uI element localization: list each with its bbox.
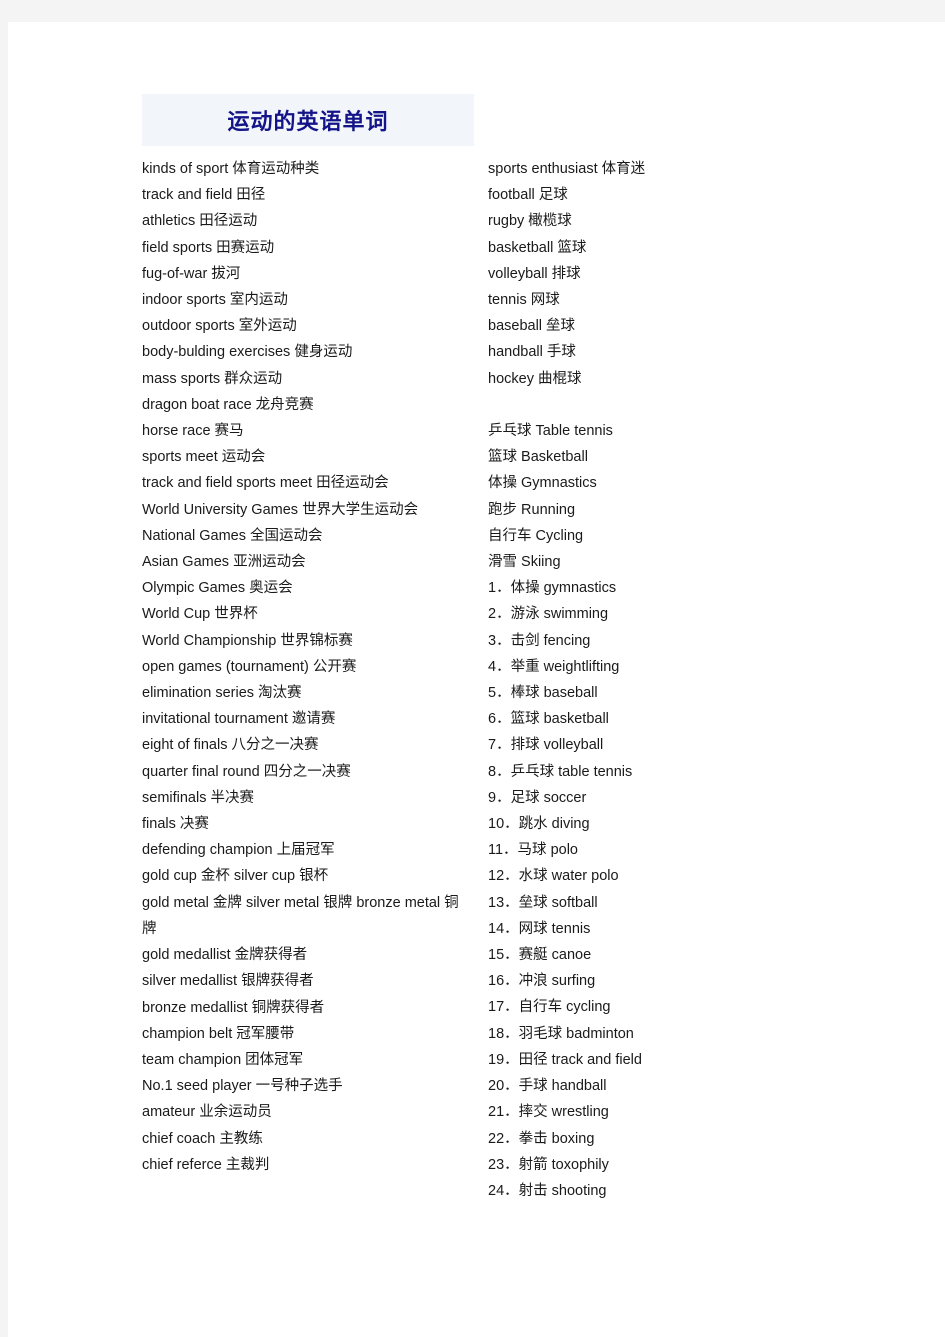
vocabulary-entry: gold metal 金牌 silver metal 银牌 bronze met… <box>142 894 459 937</box>
vocabulary-entry: mass sports 群众运动 <box>142 370 283 387</box>
vocabulary-entry: 篮球 Basketball <box>488 449 588 466</box>
vocabulary-entry: 自行车 Cycling <box>488 527 584 544</box>
vocabulary-entry: 12．水球 water polo <box>488 868 619 885</box>
vocabulary-entry: semifinals 半决赛 <box>142 789 254 806</box>
vocabulary-entry: 体操 Gymnastics <box>488 475 597 492</box>
vocabulary-entry: eight of finals 八分之一决赛 <box>142 737 319 754</box>
vocabulary-entry: quarter final round 四分之一决赛 <box>142 763 351 780</box>
left-word-column: kinds of sport 体育运动种类 track and field 田径 a… <box>142 156 488 1178</box>
vocabulary-entry: track and field sports meet 田径运动会 <box>142 475 389 492</box>
vocabulary-entry: 20．手球 handball <box>488 1078 607 1095</box>
vocabulary-entry: 21．摔交 wrestling <box>488 1104 609 1121</box>
vocabulary-entry: 1．体操 gymnastics <box>488 580 617 597</box>
vocabulary-entry: 4．举重 weightlifting <box>488 658 620 675</box>
vocabulary-entry: 5．棒球 baseball <box>488 685 598 702</box>
vocabulary-entry: 乒乓球 Table tennis <box>488 423 613 440</box>
vocabulary-entry: indoor sports 室内运动 <box>142 292 288 309</box>
vocabulary-entry: gold cup 金杯 silver cup 银杯 <box>142 868 329 885</box>
vocabulary-entry: athletics 田径运动 <box>142 213 258 230</box>
vocabulary-entry: horse race 赛马 <box>142 423 244 440</box>
vocabulary-entry: fug-of-war 拔河 <box>142 265 241 282</box>
vocabulary-entry: World University Games 世界大学生运动会 <box>142 501 419 518</box>
vocabulary-entry: 18．羽毛球 badminton <box>488 1025 634 1042</box>
vocabulary-entry: No.1 seed player 一号种子选手 <box>142 1078 343 1095</box>
vocabulary-entry: 跑步 Running <box>488 501 576 518</box>
vocabulary-entry: amateur 业余运动员 <box>142 1104 272 1121</box>
vocabulary-entry: 14．网球 tennis <box>488 920 591 937</box>
vocabulary-entry: Olympic Games 奥运会 <box>142 580 293 597</box>
viewer-left-margin <box>0 22 8 1337</box>
vocabulary-entry: World Championship 世界锦标赛 <box>142 632 353 649</box>
vocabulary-entry: field sports 田赛运动 <box>142 239 275 256</box>
vocabulary-entry: champion belt 冠军腰带 <box>142 1025 295 1042</box>
document-title-banner: 运动的英语单词 <box>142 94 474 146</box>
vocabulary-entry: dragon boat race 龙舟竞赛 <box>142 396 314 413</box>
viewer-top-margin <box>0 0 945 22</box>
vocabulary-entry: chief referce 主裁判 <box>142 1156 270 1173</box>
vocabulary-entry: gold medallist 金牌获得者 <box>142 947 308 964</box>
vocabulary-entry: track and field 田径 <box>142 187 266 204</box>
vocabulary-entry: team champion 团体冠军 <box>142 1051 304 1068</box>
vocabulary-entry: outdoor sports 室外运动 <box>142 318 297 335</box>
vocabulary-entry: 16．冲浪 surfing <box>488 973 596 990</box>
vocabulary-entry: kinds of sport 体育运动种类 <box>142 161 320 177</box>
vocabulary-entry: National Games 全国运动会 <box>142 527 323 544</box>
vocabulary-entry: sports enthusiast 体育迷 <box>488 161 646 177</box>
document-page: 运动的英语单词 kinds of sport 体育运动种类 track and f… <box>8 22 945 1337</box>
vocabulary-entry: sports meet 运动会 <box>142 449 266 466</box>
vocabulary-entry: tennis 网球 <box>488 292 560 309</box>
vocabulary-entry: 22．拳击 boxing <box>488 1130 595 1147</box>
vocabulary-entry: open games (tournament) 公开赛 <box>142 658 357 675</box>
vocabulary-entry: 2．游泳 swimming <box>488 606 609 623</box>
vocabulary-entry: baseball 垒球 <box>488 318 576 335</box>
vocabulary-entry: 17．自行车 cycling <box>488 999 611 1016</box>
vocabulary-entry: invitational tournament 邀请赛 <box>142 711 336 728</box>
right-word-column: sports enthusiast 体育迷 football 足球 rugby 橄榄… <box>488 156 808 1204</box>
vocabulary-entry: silver medallist 银牌获得者 <box>142 973 314 990</box>
vocabulary-entry: 19．田径 track and field <box>488 1051 642 1068</box>
vocabulary-entry: 13．垒球 softball <box>488 894 598 911</box>
vocabulary-entry: 9．足球 soccer <box>488 789 587 806</box>
vocabulary-entry: hockey 曲棍球 <box>488 370 582 387</box>
vocabulary-entry: World Cup 世界杯 <box>142 606 258 623</box>
vocabulary-entry: body-bulding exercises 健身运动 <box>142 344 353 361</box>
vocabulary-entry: elimination series 淘汰赛 <box>142 685 302 702</box>
vocabulary-entry: 11．马球 polo <box>488 842 578 859</box>
vocabulary-entry: handball 手球 <box>488 344 576 361</box>
vocabulary-entry: finals 决赛 <box>142 816 209 833</box>
vocabulary-entry: 7．排球 volleyball <box>488 737 604 754</box>
vocabulary-entry: basketball 篮球 <box>488 239 587 256</box>
vocabulary-entry: defending champion 上届冠军 <box>142 842 335 859</box>
vocabulary-entry: Asian Games 亚洲运动会 <box>142 554 306 571</box>
page-title: 运动的英语单词 <box>227 109 389 135</box>
document-content: 运动的英语单词 kinds of sport 体育运动种类 track and f… <box>142 94 832 1204</box>
vocabulary-entry: 8．乒乓球 table tennis <box>488 763 633 780</box>
vocabulary-entry: bronze medallist 铜牌获得者 <box>142 999 325 1016</box>
vocabulary-entry: volleyball 排球 <box>488 265 581 282</box>
vocabulary-entry: 15．赛艇 canoe <box>488 947 592 964</box>
vocabulary-entry: 3．击剑 fencing <box>488 632 591 649</box>
vocabulary-entry: 滑雪 Skiing <box>488 554 561 571</box>
two-column-layout: kinds of sport 体育运动种类 track and field 田径 a… <box>142 156 832 1204</box>
vocabulary-entry: football 足球 <box>488 187 568 204</box>
vocabulary-entry: chief coach 主教练 <box>142 1130 263 1147</box>
vocabulary-entry: 6．篮球 basketball <box>488 711 609 728</box>
vocabulary-entry: 23．射箭 toxophily <box>488 1156 609 1173</box>
vocabulary-entry: 24．射击 shooting <box>488 1182 607 1199</box>
vocabulary-entry: 10．跳水 diving <box>488 816 590 833</box>
vocabulary-entry: rugby 橄榄球 <box>488 213 572 230</box>
